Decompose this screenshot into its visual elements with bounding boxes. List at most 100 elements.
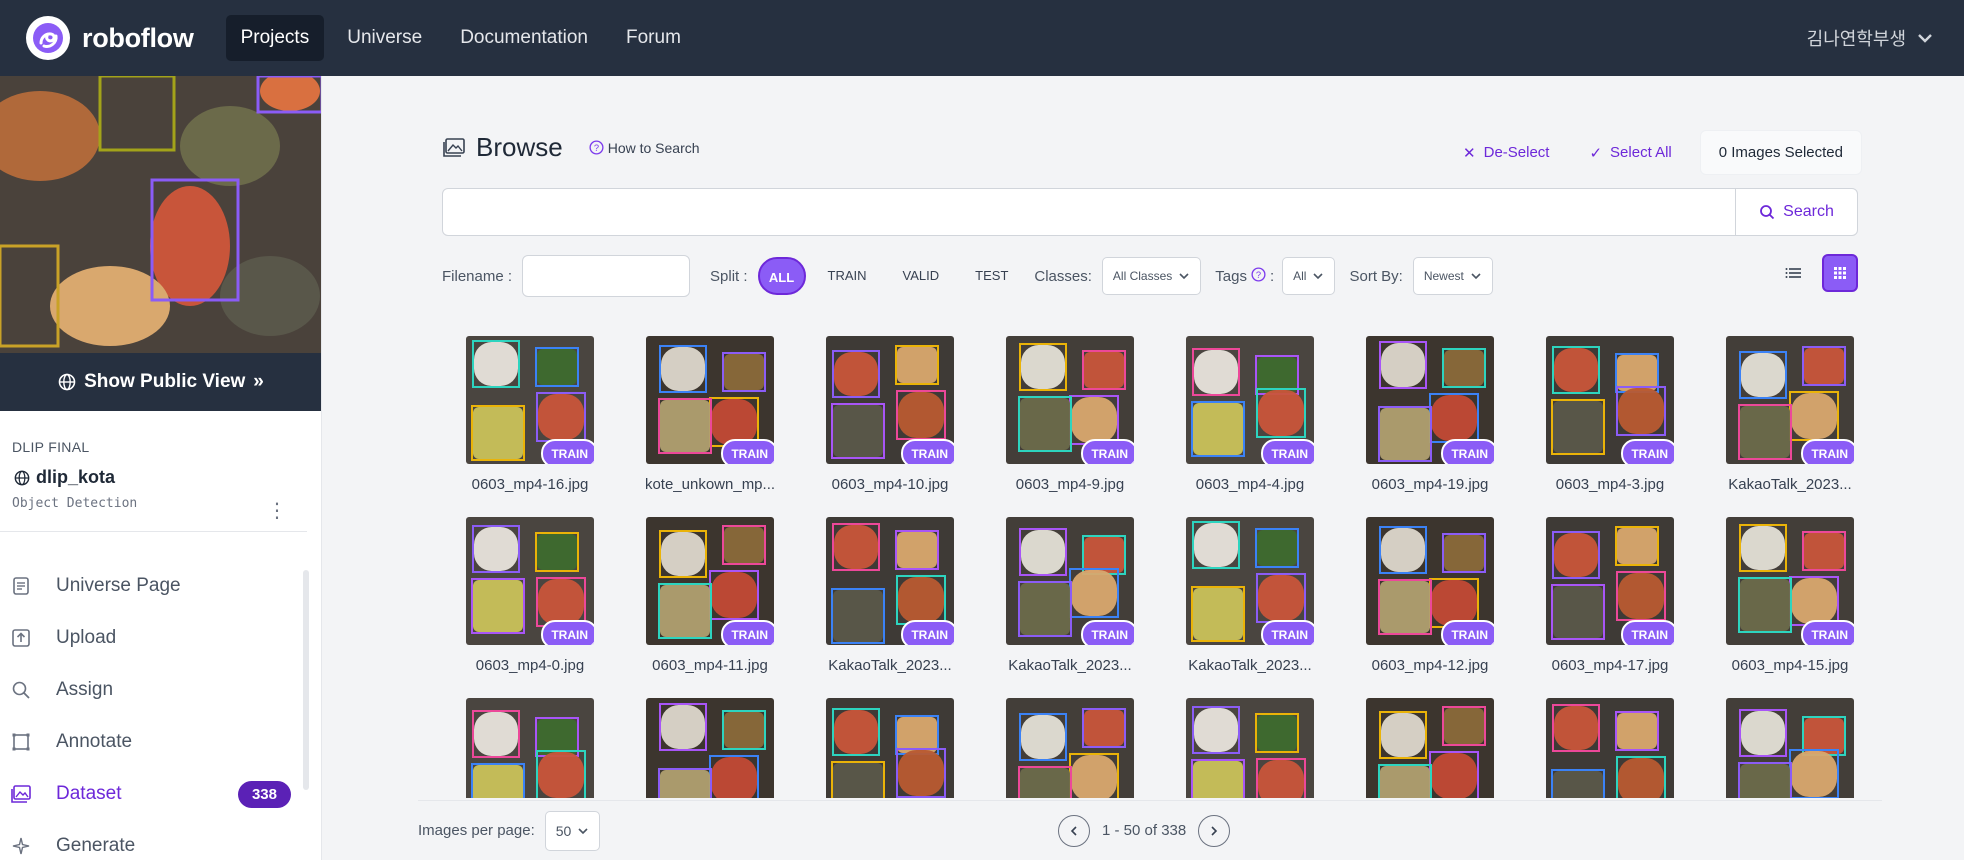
sidebar-item-label: Assign	[56, 679, 114, 700]
image-thumbnail[interactable]: TRAIN	[826, 336, 954, 464]
classes-dropdown[interactable]: All Classes	[1101, 257, 1202, 295]
split-all-button[interactable]: ALL	[757, 257, 806, 295]
image-tile[interactable]	[1700, 698, 1880, 798]
image-thumbnail[interactable]: TRAIN	[1546, 336, 1674, 464]
annotation-box	[709, 570, 759, 620]
image-thumbnail[interactable]: TRAIN	[1186, 517, 1314, 645]
image-filename: 0603_mp4-9.jpg	[1015, 476, 1125, 493]
image-tile[interactable]: TRAIN 0603_mp4-17.jpg	[1520, 517, 1700, 674]
nav-link-forum[interactable]: Forum	[611, 15, 696, 61]
globe-icon	[14, 470, 30, 485]
image-tile[interactable]: TRAIN 0603_mp4-12.jpg	[1340, 517, 1520, 674]
sidebar-item-label: Dataset	[56, 783, 122, 804]
sidebar-item-assign[interactable]: Assign	[0, 664, 321, 716]
image-tile[interactable]	[440, 698, 620, 798]
filename-input[interactable]	[522, 255, 691, 297]
annotation-box	[1789, 391, 1839, 441]
more-vertical-icon[interactable]: ⋮	[267, 498, 287, 523]
generate-icon	[10, 835, 32, 857]
per-page-dropdown[interactable]: 50	[544, 810, 601, 851]
nav-link-universe[interactable]: Universe	[332, 15, 437, 61]
image-tile[interactable]	[800, 698, 980, 798]
image-tile[interactable]: TRAIN KakaoTalk_2023...	[1700, 336, 1880, 493]
chevron-down-icon	[1179, 273, 1189, 280]
image-thumbnail[interactable]: TRAIN	[646, 517, 774, 645]
image-tile[interactable]: TRAIN KakaoTalk_2023...	[800, 517, 980, 674]
filter-bar: Filename : Split : ALL TRAIN VALID TEST …	[442, 254, 1858, 298]
sidebar-item-universe-page[interactable]: Universe Page	[0, 560, 321, 612]
split-train-button[interactable]: TRAIN	[818, 257, 877, 295]
brand[interactable]: roboflow	[26, 16, 194, 60]
image-thumbnail[interactable]: TRAIN	[1006, 517, 1134, 645]
grid-view-icon[interactable]	[1822, 254, 1858, 292]
image-grid: TRAIN 0603_mp4-16.jpg TRAIN kote_unkown_mp.…	[422, 322, 1882, 798]
image-thumbnail[interactable]: TRAIN	[1366, 336, 1494, 464]
image-thumbnail[interactable]	[1006, 698, 1134, 798]
deselect-button[interactable]: ✕ De-Select	[1451, 144, 1561, 162]
annotation-box	[831, 403, 885, 459]
image-thumbnail[interactable]: TRAIN	[466, 517, 594, 645]
image-tile[interactable]	[1160, 698, 1340, 798]
image-thumbnail[interactable]: TRAIN	[826, 517, 954, 645]
image-tile[interactable]	[1520, 698, 1700, 798]
annotation-box	[472, 710, 520, 758]
image-thumbnail[interactable]	[466, 698, 594, 798]
list-view-icon[interactable]	[1776, 254, 1812, 292]
user-menu[interactable]: 김나연학부생	[1807, 0, 1934, 76]
image-thumbnail[interactable]: TRAIN	[1366, 517, 1494, 645]
image-tile[interactable]: TRAIN 0603_mp4-0.jpg	[440, 517, 620, 674]
image-thumbnail[interactable]: TRAIN	[1186, 336, 1314, 464]
how-to-search-link[interactable]: ? How to Search	[589, 140, 700, 156]
image-tile[interactable]: TRAIN 0603_mp4-3.jpg	[1520, 336, 1700, 493]
image-thumbnail[interactable]	[1546, 698, 1674, 798]
tags-dropdown[interactable]: All	[1282, 257, 1336, 295]
image-tile[interactable]: TRAIN kote_unkown_mp...	[620, 336, 800, 493]
image-tile[interactable]: TRAIN 0603_mp4-11.jpg	[620, 517, 800, 674]
image-tile[interactable]	[620, 698, 800, 798]
annotation-box	[831, 588, 885, 644]
search-input[interactable]	[443, 189, 1735, 235]
split-valid-button[interactable]: VALID	[893, 257, 950, 295]
image-tile[interactable]	[1340, 698, 1520, 798]
image-thumbnail[interactable]	[1366, 698, 1494, 798]
image-thumbnail[interactable]: TRAIN	[646, 336, 774, 464]
image-tile[interactable]: TRAIN 0603_mp4-4.jpg	[1160, 336, 1340, 493]
sort-dropdown[interactable]: Newest	[1412, 257, 1493, 295]
split-badge: TRAIN	[1801, 620, 1854, 645]
image-tile[interactable]: TRAIN 0603_mp4-19.jpg	[1340, 336, 1520, 493]
image-thumbnail[interactable]: TRAIN	[1006, 336, 1134, 464]
search-button[interactable]: Search	[1735, 189, 1857, 235]
show-public-view-button[interactable]: Show Public View »	[0, 353, 321, 411]
svg-text:?: ?	[1256, 269, 1261, 279]
nav-link-documentation[interactable]: Documentation	[445, 15, 603, 61]
image-tile[interactable]: TRAIN 0603_mp4-16.jpg	[440, 336, 620, 493]
select-all-button[interactable]: ✓ Select All	[1577, 144, 1683, 162]
help-circle-icon[interactable]: ?	[1251, 266, 1266, 286]
prev-page-button[interactable]	[1058, 814, 1090, 847]
image-thumbnail[interactable]: TRAIN	[1726, 517, 1854, 645]
image-tile[interactable]: TRAIN KakaoTalk_2023...	[980, 517, 1160, 674]
image-tile[interactable]	[980, 698, 1160, 798]
roboflow-logo-icon	[26, 16, 70, 60]
nav-link-projects[interactable]: Projects	[225, 15, 325, 61]
image-thumbnail[interactable]: TRAIN	[1546, 517, 1674, 645]
sidebar-item-upload[interactable]: Upload	[0, 612, 321, 664]
image-tile[interactable]: TRAIN KakaoTalk_2023...	[1160, 517, 1340, 674]
image-thumbnail[interactable]: TRAIN	[466, 336, 594, 464]
image-tile[interactable]: TRAIN 0603_mp4-9.jpg	[980, 336, 1160, 493]
images-icon	[443, 137, 465, 157]
split-test-button[interactable]: TEST	[965, 257, 1018, 295]
image-tile[interactable]: TRAIN 0603_mp4-10.jpg	[800, 336, 980, 493]
image-thumbnail[interactable]	[1186, 698, 1314, 798]
annotation-box	[1551, 769, 1605, 798]
sidebar-item-annotate[interactable]: Annotate	[0, 716, 321, 768]
image-thumbnail[interactable]	[646, 698, 774, 798]
next-page-button[interactable]	[1198, 814, 1231, 847]
sidebar-item-dataset[interactable]: Dataset 338	[0, 768, 321, 820]
image-thumbnail[interactable]	[1726, 698, 1854, 798]
sidebar-item-generate[interactable]: Generate	[0, 820, 321, 860]
image-tile[interactable]: TRAIN 0603_mp4-15.jpg	[1700, 517, 1880, 674]
image-thumbnail[interactable]: TRAIN	[1726, 336, 1854, 464]
annotation-box	[658, 583, 712, 639]
image-thumbnail[interactable]	[826, 698, 954, 798]
